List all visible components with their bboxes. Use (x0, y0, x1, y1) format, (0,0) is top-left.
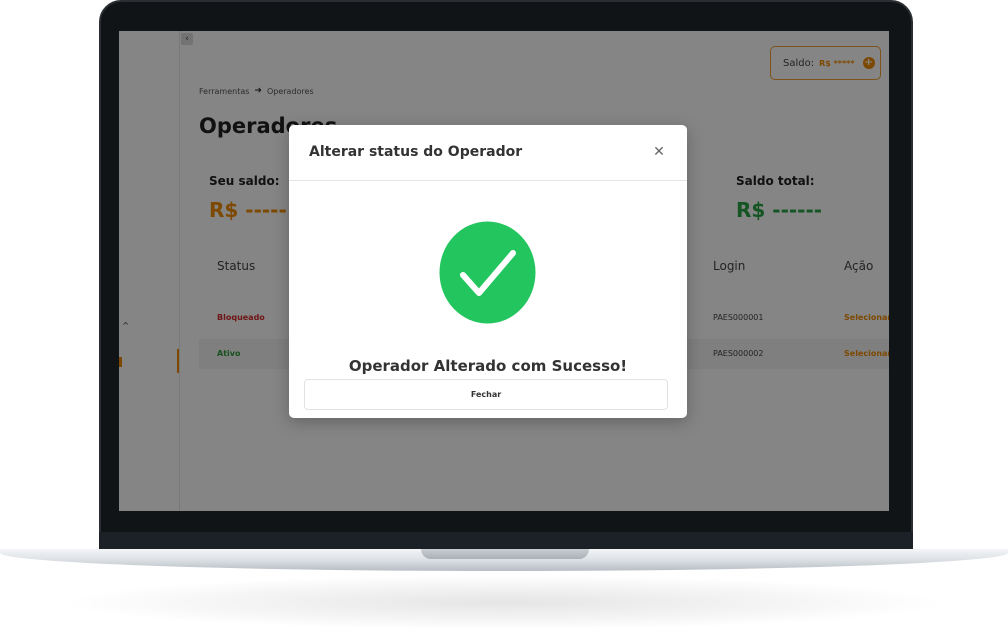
modal-title: Alterar status do Operador (309, 144, 523, 160)
laptop-base-notch (421, 549, 589, 559)
modal-header: Alterar status do Operador ✕ (289, 125, 687, 181)
check-circle-icon (439, 221, 536, 324)
laptop-shadow (60, 575, 948, 630)
close-button[interactable]: Fechar (304, 379, 668, 410)
status-modal: Alterar status do Operador ✕ Operador Al… (289, 125, 687, 418)
success-message: Operador Alterado com Sucesso! (348, 357, 628, 375)
screen: ⌃ ‹ Saldo: R$ ***** + Ferramentas ➜ Oper… (119, 31, 889, 511)
close-icon[interactable]: ✕ (651, 144, 667, 160)
